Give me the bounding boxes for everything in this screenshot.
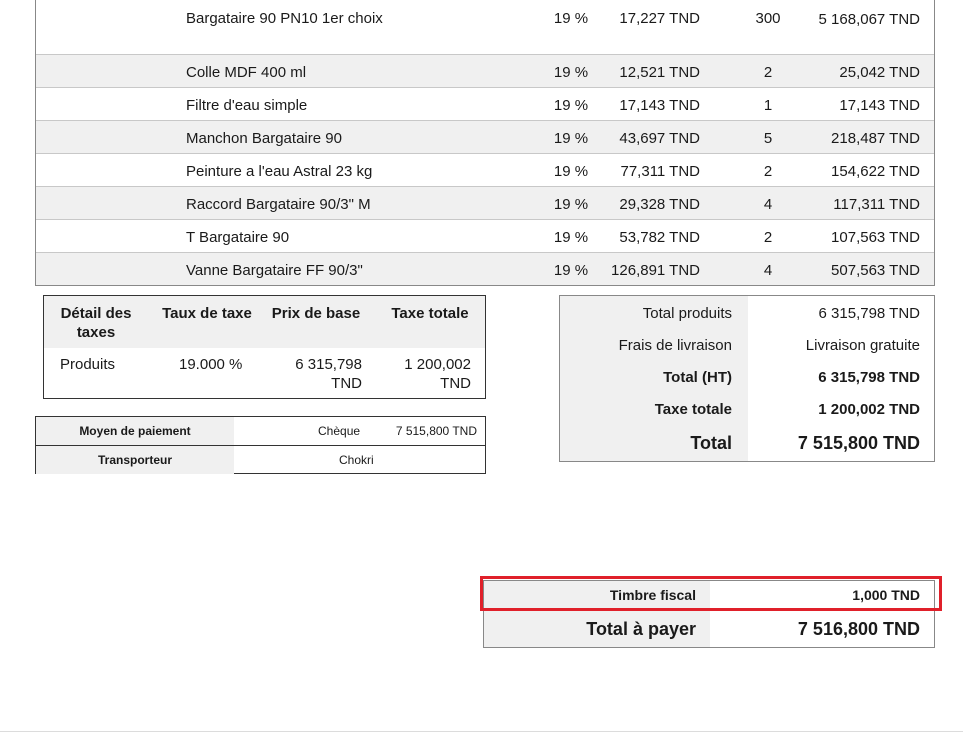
- product-tax-rate: 19 %: [553, 163, 589, 180]
- tax-detail-header-total: Taxe totale: [391, 305, 469, 322]
- product-name: Raccord Bargataire 90/3" M: [186, 196, 371, 213]
- products-table: Bargataire 90 PN10 1er choix 19 % 17,227…: [35, 0, 935, 286]
- product-unit-price: 53,782 TND: [619, 229, 700, 246]
- product-tax-rate: 19 %: [553, 262, 589, 279]
- tax-total-value: 1 200,002 TND: [818, 401, 920, 418]
- product-tax-rate: 19 %: [553, 97, 589, 114]
- table-row: T Bargataire 90 19 % 53,782 TND 2 107,56…: [36, 219, 934, 252]
- payment-table: Moyen de paiement Chèque 7 515,800 TND T…: [35, 416, 486, 474]
- totals-table: Total produits 6 315,798 TND Frais de li…: [559, 295, 935, 462]
- table-row: Vanne Bargataire FF 90/3" 19 % 126,891 T…: [36, 252, 934, 285]
- table-row: Peinture a l'eau Astral 23 kg 19 % 77,31…: [36, 153, 934, 186]
- product-quantity: 1: [763, 97, 773, 114]
- product-unit-price: 17,227 TND: [619, 10, 700, 27]
- product-total: 107,563 TND: [831, 229, 920, 246]
- carrier-value: Chokri: [339, 453, 374, 467]
- product-total: 154,622 TND: [831, 163, 920, 180]
- product-name: Manchon Bargataire 90: [186, 130, 342, 147]
- table-row: Filtre d'eau simple 19 % 17,143 TND 1 17…: [36, 87, 934, 120]
- payment-method-amount: 7 515,800 TND: [395, 424, 477, 438]
- total-to-pay-value: 7 516,800 TND: [797, 619, 920, 639]
- product-unit-price: 12,521 TND: [619, 64, 700, 81]
- tax-detail-table: Détail des taxes Taux de taxe Prix de ba…: [43, 295, 486, 399]
- table-row: Bargataire 90 PN10 1er choix 19 % 17,227…: [36, 0, 934, 54]
- product-quantity: 4: [763, 196, 773, 213]
- tax-detail-row-label: Produits: [60, 356, 116, 373]
- product-unit-price: 43,697 TND: [619, 130, 700, 147]
- product-name: Colle MDF 400 ml: [186, 64, 307, 81]
- tax-total-label: Taxe totale: [654, 401, 732, 418]
- payment-method-value: Chèque: [318, 424, 361, 438]
- product-quantity: 2: [763, 229, 773, 246]
- product-name: T Bargataire 90: [186, 229, 290, 246]
- product-name: Peinture a l'eau Astral 23 kg: [186, 163, 373, 180]
- product-unit-price: 29,328 TND: [619, 196, 700, 213]
- product-unit-price: 17,143 TND: [619, 97, 700, 114]
- product-total: 117,311 TND: [833, 196, 920, 213]
- product-total: 25,042 TND: [839, 64, 920, 81]
- grand-total-label: Total: [690, 433, 732, 453]
- product-quantity: 4: [763, 262, 773, 279]
- product-total: 17,143 TND: [839, 97, 920, 114]
- total-ht-value: 6 315,798 TND: [818, 369, 920, 386]
- tax-detail-header-base: Prix de base: [271, 305, 361, 322]
- product-unit-price: 77,311 TND: [620, 163, 701, 180]
- total-to-pay-label: Total à payer: [586, 619, 696, 639]
- product-name: Filtre d'eau simple: [186, 97, 308, 114]
- grand-total-value: 7 515,800 TND: [797, 433, 920, 453]
- product-total: 218,487 TND: [831, 130, 920, 147]
- product-quantity: 2: [763, 163, 773, 180]
- table-row: Colle MDF 400 ml 19 % 12,521 TND 2 25,04…: [36, 54, 934, 87]
- product-total: 507,563 TND: [831, 262, 920, 279]
- product-quantity: 5: [763, 130, 773, 147]
- product-quantity: 300: [755, 10, 781, 27]
- total-ht-label: Total (HT): [663, 369, 732, 386]
- product-unit-price: 126,891 TND: [611, 262, 700, 279]
- product-total: 5 168,067 TND: [818, 11, 920, 28]
- page-bottom-divider: [0, 731, 963, 732]
- product-tax-rate: 19 %: [553, 196, 589, 213]
- shipping-label: Frais de livraison: [618, 337, 732, 354]
- product-name: Vanne Bargataire FF 90/3": [186, 262, 363, 279]
- carrier-label: Transporteur: [36, 446, 234, 474]
- shipping-value: Livraison gratuite: [805, 337, 920, 354]
- fiscal-stamp-highlight: [480, 576, 942, 611]
- tax-detail-row-rate: 19.000 %: [179, 356, 243, 373]
- tax-detail-row-total: 1 200,002 TND: [404, 356, 471, 392]
- table-row: Raccord Bargataire 90/3" M 19 % 29,328 T…: [36, 186, 934, 219]
- tax-detail-header-detail: Détail des taxes: [60, 305, 132, 341]
- product-tax-rate: 19 %: [553, 64, 589, 81]
- product-tax-rate: 19 %: [553, 130, 589, 147]
- product-tax-rate: 19 %: [553, 229, 589, 246]
- table-row: Manchon Bargataire 90 19 % 43,697 TND 5 …: [36, 120, 934, 153]
- carrier-row: Transporteur Chokri: [36, 446, 485, 474]
- tax-detail-header-rate: Taux de taxe: [162, 305, 252, 322]
- product-name: Bargataire 90 PN10 1er choix: [186, 10, 383, 27]
- tax-detail-row-base: 6 315,798 TND: [295, 356, 362, 392]
- payment-method-row: Moyen de paiement Chèque 7 515,800 TND: [36, 417, 485, 446]
- product-tax-rate: 19 %: [553, 10, 589, 27]
- total-products-label: Total produits: [642, 305, 732, 322]
- payment-method-label: Moyen de paiement: [36, 417, 234, 445]
- total-products-value: 6 315,798 TND: [818, 305, 920, 322]
- product-quantity: 2: [763, 64, 773, 81]
